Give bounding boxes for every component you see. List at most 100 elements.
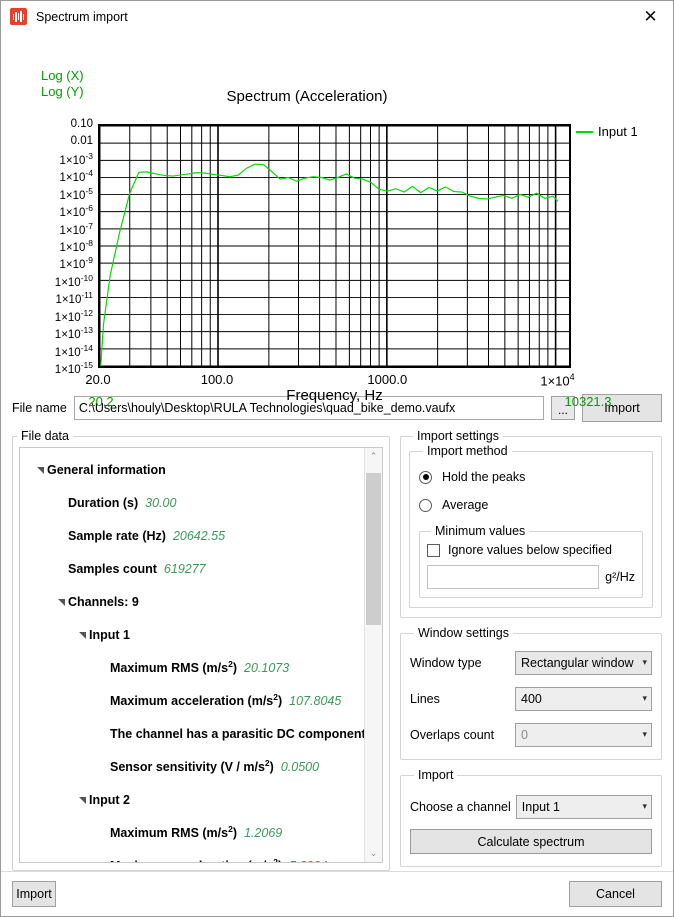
file-data-group: File data General information Duration (s… (12, 429, 390, 871)
tree-node-value: 5.8234 (289, 859, 327, 863)
tree-node[interactable]: Sample rate (Hz) 20642.55 (20, 519, 365, 552)
tree-node-label: Maximum acceleration (m/s2) (110, 692, 283, 709)
import-legend: Import (418, 768, 454, 782)
tree-node-label: Maximum RMS (m/s2) (110, 824, 237, 841)
expander-collapse-icon[interactable] (55, 597, 68, 606)
radio-hold-the-peaks-icon[interactable] (419, 470, 432, 484)
lines-row: Lines 400 ▾ (410, 687, 652, 711)
tree-node-label: The channel has a parasitic DC component (110, 726, 365, 741)
lines-value: 400 (521, 692, 542, 706)
legend-line-icon (576, 130, 593, 133)
chevron-down-icon: ▾ (642, 658, 647, 668)
tree-node-value: 0.0500 (280, 759, 320, 774)
choose-channel-label: Choose a channel (410, 800, 511, 814)
window-settings-group: Window settings Window type Rectangular … (400, 626, 662, 760)
file-data-tree[interactable]: General information Duration (s) 30.00 Samp… (20, 448, 365, 862)
expander-collapse-icon[interactable] (76, 630, 89, 639)
tree-node[interactable]: Maximum RMS (m/s2) 1.2069 (20, 816, 365, 849)
tree-node-value: 20642.55 (172, 528, 226, 543)
tree-node-label: General information (47, 462, 166, 477)
x-tick-label: 1000.0 (367, 372, 408, 387)
close-icon[interactable]: ✕ (628, 1, 673, 32)
window-type-select[interactable]: Rectangular window ▾ (515, 651, 652, 675)
x-tick-label: 100.0 (200, 372, 234, 387)
tree-node[interactable]: Samples count 619277 (20, 552, 365, 585)
tree-node[interactable]: Maximum acceleration (m/s2) 107.8045 (20, 684, 365, 717)
window-title: Spectrum import (36, 9, 128, 24)
expander-collapse-icon[interactable] (76, 795, 89, 804)
tree-node-label: Sensor sensitivity (V / m/s2) (110, 758, 274, 775)
minimum-value-input[interactable] (427, 565, 600, 589)
settings-pane: Import settings Import method Hold the p… (400, 429, 662, 871)
tree-node[interactable]: Duration (s) 30.00 (20, 486, 365, 519)
tree-node-value: 30.00 (145, 495, 177, 510)
file-data-tree-wrap: General information Duration (s) 30.00 Samp… (19, 447, 383, 863)
tree-node-label: Duration (s) (68, 495, 139, 510)
overlaps-count-value: 0 (521, 728, 528, 742)
lines-select[interactable]: 400 ▾ (515, 687, 652, 711)
tree-scrollbar[interactable]: ⌃ ⌄ (364, 448, 382, 862)
lines-label: Lines (410, 692, 440, 706)
window-type-value: Rectangular window (521, 656, 634, 670)
expander-collapse-icon[interactable] (34, 465, 47, 474)
tree-node-label: Maximum RMS (m/s2) (110, 659, 237, 676)
minimum-value-unit: g²/Hz (605, 570, 635, 584)
tree-node[interactable]: General information (20, 453, 365, 486)
chart-legend: Input 1 (576, 124, 638, 139)
file-data-pane: File data General information Duration (s… (12, 429, 390, 871)
tree-node-value: 1.2069 (244, 825, 283, 840)
tree-node-value: 107.8045 (289, 693, 342, 708)
chart-title: Spectrum (Acceleration) (226, 88, 388, 105)
dialog-footer: Import Cancel (1, 871, 673, 916)
window-settings-legend: Window settings (418, 626, 510, 640)
x-axis-title: Frequency, Hz (286, 387, 383, 404)
file-data-legend: File data (21, 429, 69, 443)
radio-hold-the-peaks[interactable]: Hold the peaks (419, 464, 643, 490)
plot-area (98, 124, 571, 368)
tree-node[interactable]: Channels: 9 (20, 585, 365, 618)
tree-node-value: 20.1073 (244, 660, 290, 675)
radio-average-icon[interactable] (419, 498, 432, 512)
import-method-legend: Import method (427, 444, 508, 458)
tree-node-label: Maximum acceleration (m/s2) (110, 857, 282, 862)
tree-node[interactable]: Input 1 (20, 618, 365, 651)
tree-node[interactable]: Maximum acceleration (m/s2) 5.8234 (20, 849, 365, 862)
choose-channel-value: Input 1 (521, 800, 561, 814)
tree-node[interactable]: The channel has a parasitic DC component (20, 717, 365, 750)
main-panes: File data General information Duration (s… (1, 429, 673, 871)
tree-node-label: Input 1 (89, 627, 130, 642)
x-tick-label: 1×104 (540, 372, 575, 389)
overlaps-count-row: Overlaps count 0 ▾ (410, 723, 652, 747)
import-settings-legend: Import settings (417, 429, 499, 443)
chevron-down-icon: ▾ (642, 694, 647, 704)
waveform-icon (10, 8, 27, 25)
footer-import-button[interactable]: Import (12, 881, 56, 907)
tree-node[interactable]: Sensor sensitivity (V / m/s2) 0.0500 (20, 750, 365, 783)
tree-node-label: Input 2 (89, 792, 130, 807)
spectrum-import-dialog: Spectrum import ✕ Log (X) Log (Y) Spectr… (0, 0, 674, 917)
chevron-down-icon: ▾ (642, 730, 647, 740)
minimum-values-legend: Minimum values (435, 524, 526, 538)
radio-average[interactable]: Average (419, 492, 643, 518)
scrollbar-thumb[interactable] (366, 473, 381, 625)
legend-label: Input 1 (598, 124, 638, 139)
overlaps-count-select[interactable]: 0 ▾ (515, 723, 652, 747)
log-x-label[interactable]: Log (X) (41, 68, 84, 84)
scroll-up-icon[interactable]: ⌃ (365, 448, 382, 465)
import-settings-group: Import settings Import method Hold the p… (400, 429, 662, 618)
overlaps-count-label: Overlaps count (410, 728, 495, 742)
ignore-values-label: Ignore values below specified (448, 543, 612, 557)
calculate-spectrum-button[interactable]: Calculate spectrum (410, 829, 652, 854)
x-tick-label: 20.0 (85, 372, 111, 387)
choose-channel-select[interactable]: Input 1 ▾ (515, 795, 652, 819)
window-type-label: Window type (410, 656, 482, 670)
footer-cancel-button[interactable]: Cancel (569, 881, 662, 907)
ignore-values-checkbox[interactable] (427, 543, 440, 557)
import-group: Import Choose a channel Input 1 ▾ Calcul… (400, 768, 662, 867)
titlebar: Spectrum import ✕ (1, 1, 673, 32)
choose-channel-row: Choose a channel Input 1 ▾ (410, 795, 652, 819)
tree-node[interactable]: Input 2 (20, 783, 365, 816)
scroll-down-icon[interactable]: ⌄ (365, 845, 382, 862)
tree-node[interactable]: Maximum RMS (m/s2) 20.1073 (20, 651, 365, 684)
radio-hold-the-peaks-label: Hold the peaks (442, 470, 526, 484)
